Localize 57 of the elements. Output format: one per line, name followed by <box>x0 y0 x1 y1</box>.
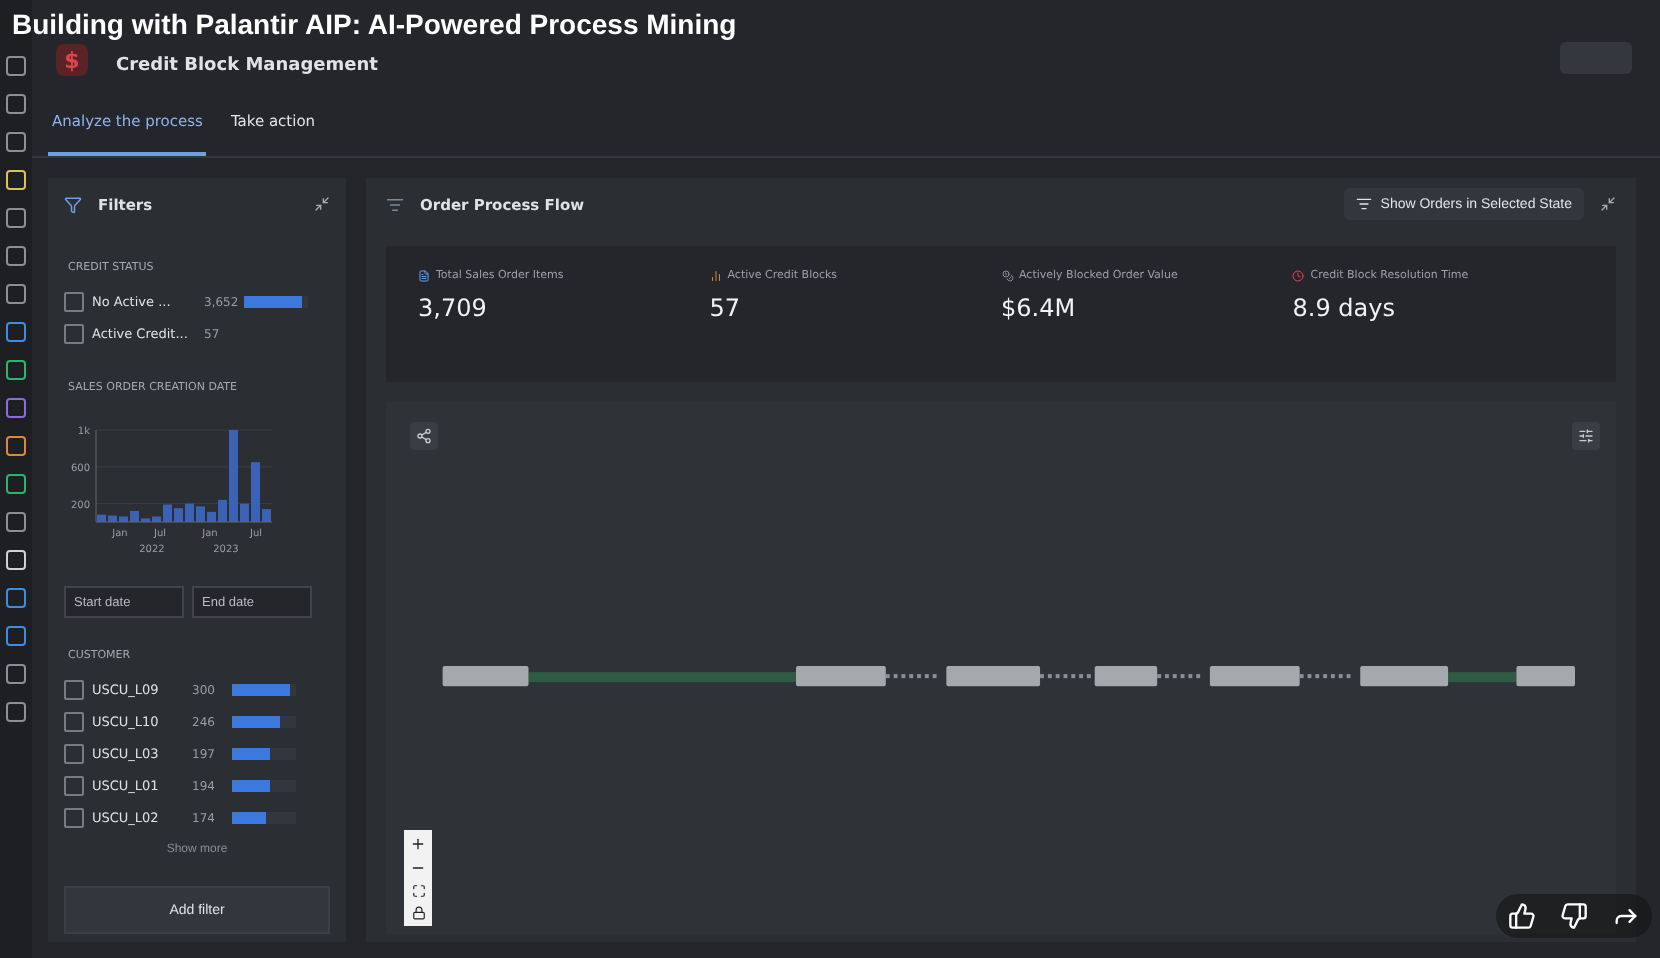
flow-edge[interactable] <box>885 674 937 679</box>
nav-icon[interactable] <box>6 474 26 494</box>
flow-edge[interactable] <box>1299 674 1351 679</box>
settings-icon[interactable] <box>1578 428 1594 444</box>
nav-icon[interactable] <box>6 512 26 532</box>
nav-icon[interactable] <box>6 94 26 114</box>
nav-icon[interactable] <box>6 664 26 684</box>
nav-icon[interactable] <box>6 588 26 608</box>
kpi-icon <box>1001 270 1013 282</box>
checkbox[interactable] <box>64 680 84 700</box>
checkbox[interactable] <box>64 292 84 312</box>
kpi-value: $6.4M <box>1001 294 1078 322</box>
flow-icon <box>386 195 404 213</box>
process-node[interactable] <box>796 665 886 687</box>
nav-icon[interactable] <box>6 322 26 342</box>
collapse-icon[interactable] <box>314 196 330 212</box>
flow-edge[interactable] <box>1157 674 1201 679</box>
nav-icon[interactable] <box>6 132 26 152</box>
video-title: Building with Palantir AIP: AI-Powered Process Mining <box>12 8 737 40</box>
process-node[interactable] <box>1516 665 1575 687</box>
lock-icon[interactable] <box>411 906 425 920</box>
checkbox[interactable] <box>64 808 84 828</box>
nav-icon[interactable] <box>6 56 26 76</box>
process-node[interactable] <box>442 665 529 687</box>
nav-icon[interactable] <box>6 284 26 304</box>
nav-icon[interactable] <box>6 360 26 380</box>
kpi-icon <box>418 270 430 282</box>
nav-icon[interactable] <box>6 626 26 646</box>
checkbox[interactable] <box>64 744 84 764</box>
share-icon[interactable] <box>416 428 432 444</box>
thumbs-down-icon[interactable] <box>1560 902 1588 930</box>
process-node[interactable] <box>1094 665 1158 687</box>
app-logo: $ <box>56 44 88 76</box>
kpi-icon <box>709 270 722 282</box>
flow-edge[interactable] <box>1040 674 1091 679</box>
process-node[interactable] <box>1360 665 1449 687</box>
list-icon <box>1356 196 1373 212</box>
collapse-icon[interactable] <box>1600 196 1616 212</box>
process-node[interactable] <box>946 665 1041 687</box>
filter-icon <box>64 195 82 213</box>
kpi-value: 57 <box>709 294 743 322</box>
fit-view-icon[interactable] <box>411 884 425 898</box>
nav-icon[interactable] <box>6 246 26 266</box>
nav-icon[interactable] <box>6 208 26 228</box>
nav-icon[interactable] <box>6 436 26 456</box>
kpi-value: 3,709 <box>418 294 489 322</box>
checkbox[interactable] <box>64 712 84 732</box>
nav-icon[interactable] <box>6 170 26 190</box>
kpi-icon <box>1292 270 1305 282</box>
app-title: Credit Block Management <box>116 56 378 76</box>
checkbox[interactable] <box>64 324 84 344</box>
checkbox[interactable] <box>64 776 84 796</box>
kpi-value: 8.9 days <box>1292 294 1397 322</box>
zoom-in-icon[interactable] <box>410 836 426 852</box>
thumbs-up-icon[interactable] <box>1508 902 1536 930</box>
process-node[interactable] <box>1209 665 1300 687</box>
nav-icon[interactable] <box>6 702 26 722</box>
